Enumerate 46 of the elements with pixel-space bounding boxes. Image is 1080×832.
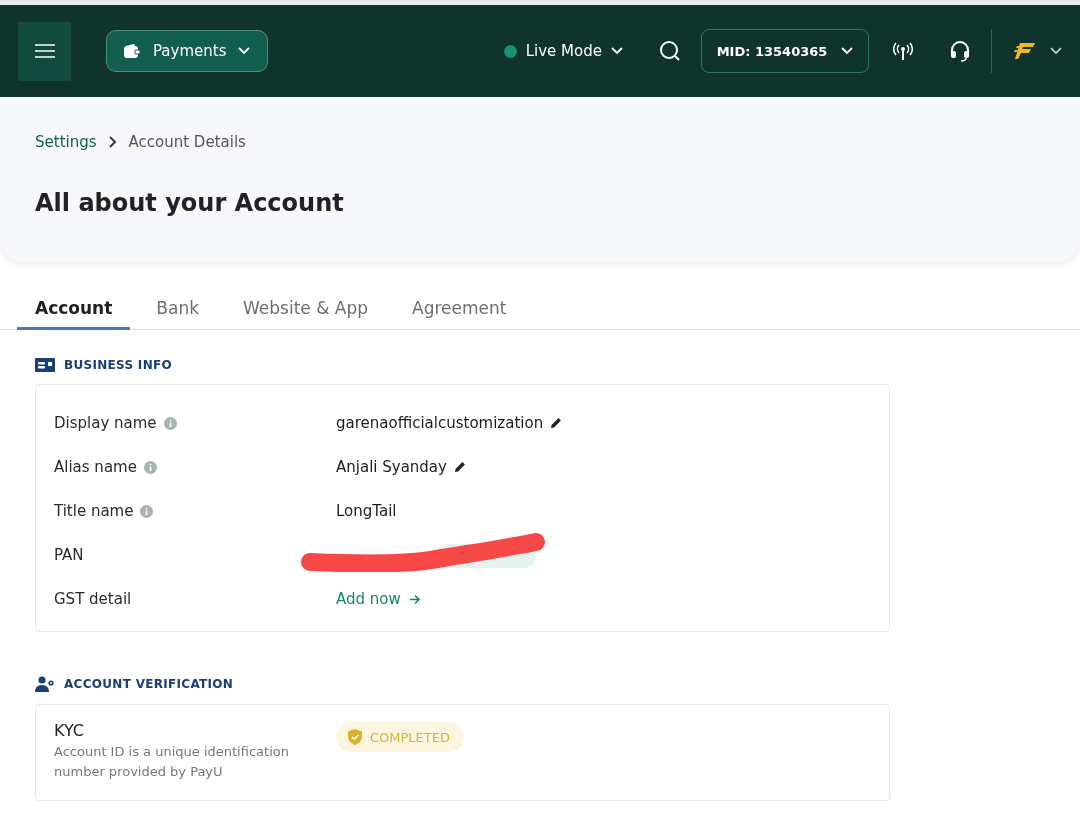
- breadcrumb-link[interactable]: Settings: [35, 133, 97, 151]
- search-button[interactable]: [659, 40, 681, 62]
- breadcrumb-current: Account Details: [128, 133, 246, 151]
- shield-check-icon: [348, 729, 362, 745]
- search-icon: [659, 40, 681, 62]
- field-value: garenaofficialcustomization: [336, 414, 544, 432]
- edit-icon[interactable]: [550, 417, 563, 429]
- logo-icon: [1014, 42, 1036, 60]
- broadcast-button[interactable]: [893, 41, 913, 61]
- tab[interactable]: Agreement: [394, 292, 525, 330]
- tab[interactable]: Account: [17, 292, 131, 330]
- product-dropdown[interactable]: Payments: [106, 30, 268, 72]
- field-label: Title name: [54, 502, 134, 520]
- status-badge: COMPLETED: [336, 722, 464, 752]
- user-gear-icon: [35, 676, 55, 692]
- field-label: Alias name: [54, 458, 137, 476]
- wallet-icon: [123, 43, 141, 59]
- chevron-down-icon: [1050, 47, 1062, 55]
- headset-icon: [949, 40, 971, 62]
- support-button[interactable]: [949, 40, 971, 62]
- edit-icon[interactable]: [453, 461, 466, 473]
- field-label: PAN: [54, 546, 84, 564]
- field-value: Anjali Syanday: [336, 458, 447, 476]
- tab[interactable]: Bank: [138, 292, 218, 330]
- field-label: KYC: [54, 721, 85, 740]
- mid-dropdown[interactable]: MID: 13540365: [701, 29, 869, 73]
- arrow-right-icon: [408, 593, 421, 605]
- field-label: GST detail: [54, 590, 132, 608]
- field-value: LongTail: [336, 502, 397, 520]
- chevron-down-icon: [611, 47, 623, 55]
- chevron-down-icon: [238, 47, 251, 55]
- field-label: Display name: [54, 414, 157, 432]
- account-switcher[interactable]: [1014, 42, 1062, 60]
- field-description: Account ID is a unique identification number provided by PayU: [54, 743, 290, 781]
- add-now-link[interactable]: Add now: [336, 590, 421, 608]
- antenna-icon: [893, 41, 913, 61]
- page-title: All about your Account: [35, 189, 345, 217]
- mode-dropdown[interactable]: Live Mode: [503, 42, 623, 60]
- chevron-down-icon: [841, 47, 854, 55]
- section-title: ACCOUNT VERIFICATION: [64, 677, 234, 691]
- menu-button[interactable]: [18, 21, 71, 81]
- id-card-icon: [35, 358, 55, 372]
- tab[interactable]: Website & App: [225, 292, 387, 330]
- chevron-right-icon: [108, 136, 117, 148]
- section-title: BUSINESS INFO: [64, 358, 172, 372]
- menu-icon: [33, 43, 56, 59]
